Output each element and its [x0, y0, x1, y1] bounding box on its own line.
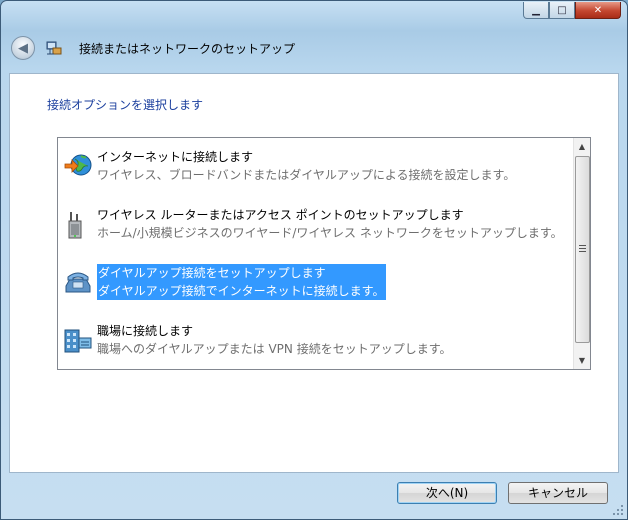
option-title: 職場に接続します: [97, 324, 194, 338]
minimize-icon: ▁: [532, 4, 540, 16]
wizard-title: 接続またはネットワークのセットアップ: [79, 42, 296, 56]
next-button[interactable]: 次へ(N): [397, 482, 497, 504]
wizard-footer: 次へ(N) キャンセル: [1, 473, 627, 519]
option-description: ダイヤルアップ接続でインターネットに接続します。: [98, 284, 385, 298]
close-icon: ✕: [593, 4, 603, 16]
option-description: ホーム/小規模ビジネスのワイヤード/ワイヤレス ネットワークをセットアップします…: [97, 226, 563, 240]
maximize-button[interactable]: □: [549, 2, 575, 19]
option-title: ダイヤルアップ接続をセットアップします: [98, 266, 326, 280]
scroll-down-button[interactable]: ▼: [574, 352, 590, 369]
option-title: ワイヤレス ルーターまたはアクセス ポイントのセットアップします: [97, 208, 464, 222]
list-scrollbar[interactable]: ▲ ▼: [573, 138, 590, 369]
wizard-header: ◀ 接続またはネットワークのセットアップ: [9, 34, 609, 64]
option-text: インターネットに接続します ワイヤレス、ブロードバンドまたはダイヤルアップによる…: [97, 148, 515, 184]
back-button[interactable]: ◀: [11, 36, 35, 60]
cancel-button[interactable]: キャンセル: [508, 482, 608, 504]
wireless-router-icon: [68, 212, 82, 239]
option-description: ワイヤレス、ブロードバンドまたはダイヤルアップによる接続を設定します。: [97, 168, 516, 182]
network-setup-icon: [46, 41, 62, 55]
scroll-thumb[interactable]: [575, 156, 590, 343]
option-title: インターネットに接続します: [97, 150, 254, 164]
resize-grip-icon[interactable]: [612, 504, 624, 516]
page-heading: 接続オプションを選択します: [47, 98, 204, 112]
scroll-up-button[interactable]: ▲: [574, 138, 590, 155]
setup-window: ▁ □ ✕ ◀ 接続またはネットワークのセットアップ 接続オプションを選択します: [0, 0, 628, 520]
option-dialup[interactable]: ダイヤルアップ接続をセットアップします ダイヤルアップ接続でインターネットに接続…: [58, 262, 568, 302]
telephone-icon: [65, 272, 91, 293]
option-text: 職場に接続します 職場へのダイヤルアップまたは VPN 接続をセットアップします…: [97, 322, 452, 358]
option-text: ワイヤレス ルーターまたはアクセス ポイントのセットアップします ホーム/小規模…: [97, 206, 563, 242]
option-text: ダイヤルアップ接続をセットアップします ダイヤルアップ接続でインターネットに接続…: [97, 264, 387, 300]
minimize-button[interactable]: ▁: [523, 2, 549, 19]
option-workplace[interactable]: 職場に接続します 職場へのダイヤルアップまたは VPN 接続をセットアップします…: [58, 320, 568, 360]
wizard-content: 接続オプションを選択します インターネットに接続します ワイヤレス、ブロードバン…: [9, 73, 619, 473]
globe-internet-icon: [64, 154, 92, 176]
chevron-up-icon: ▲: [578, 142, 586, 151]
close-button[interactable]: ✕: [575, 2, 621, 19]
option-connect-internet[interactable]: インターネットに接続します ワイヤレス、ブロードバンドまたはダイヤルアップによる…: [58, 146, 568, 186]
caption-buttons: ▁ □ ✕: [523, 2, 621, 19]
grip-icon: [579, 245, 586, 254]
maximize-icon: □: [557, 4, 567, 16]
option-description: 職場へのダイヤルアップまたは VPN 接続をセットアップします。: [97, 342, 452, 356]
workplace-network-icon: [64, 329, 92, 353]
option-wireless-router[interactable]: ワイヤレス ルーターまたはアクセス ポイントのセットアップします ホーム/小規模…: [58, 204, 568, 244]
connection-options-list[interactable]: インターネットに接続します ワイヤレス、ブロードバンドまたはダイヤルアップによる…: [57, 137, 591, 370]
back-arrow-icon: ◀: [18, 40, 28, 56]
chevron-down-icon: ▼: [578, 356, 586, 365]
